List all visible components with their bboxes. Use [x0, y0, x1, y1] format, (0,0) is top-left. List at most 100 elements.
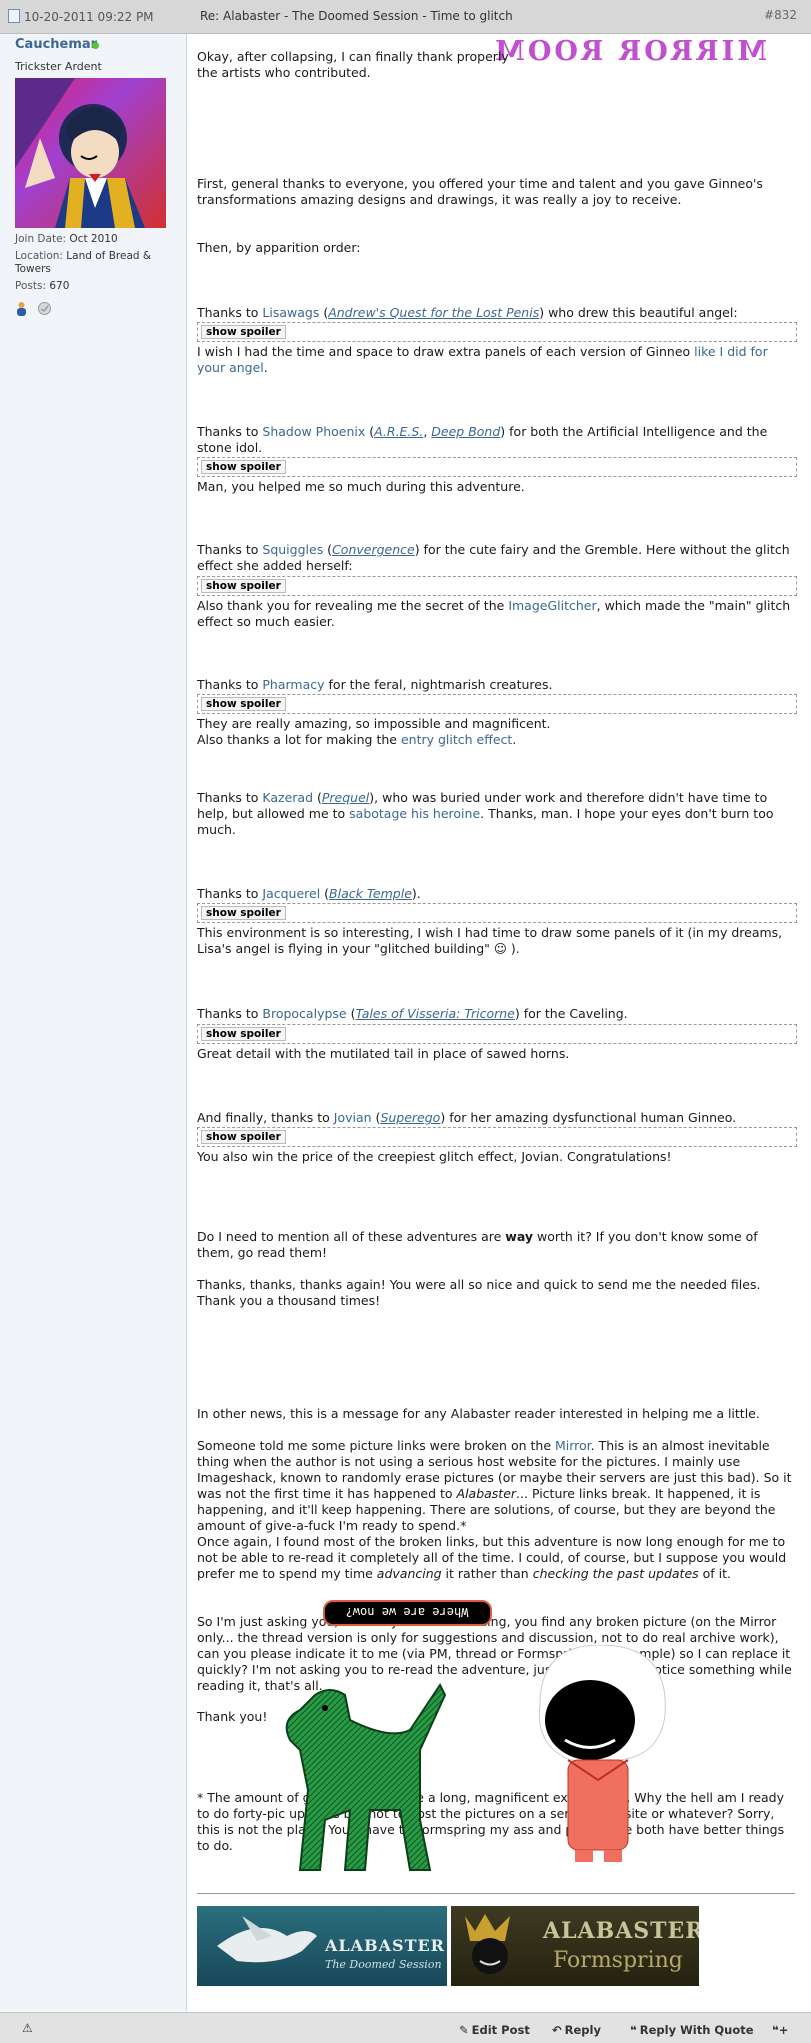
post-date: 10-20-2011 09:22 PM: [8, 9, 154, 24]
deep-bond-link[interactable]: Deep Bond: [431, 424, 500, 439]
speech-bubble: Where are we now?: [323, 1600, 492, 1626]
shadow-phoenix-note: Man, you helped me so much during this a…: [197, 479, 525, 494]
spoiler-box: show spoiler: [197, 903, 797, 923]
post-intro: Okay, after collapsing, I can finally th…: [197, 49, 509, 80]
user-sidebar: [0, 34, 187, 2011]
entry-glitch-link[interactable]: entry glitch effect: [401, 732, 512, 747]
user-badges: [15, 301, 54, 320]
banner1-title: ALABASTER: [325, 1936, 445, 1955]
post-count-label: Posts:: [15, 280, 46, 292]
user-title: Trickster Ardent: [15, 60, 102, 73]
lisawags-note: I wish I had the time and space to draw …: [197, 344, 768, 375]
reply-with-quote-button[interactable]: ❝ Reply With Quote: [630, 2023, 754, 2037]
prequel-link[interactable]: Prequel: [322, 790, 369, 805]
spoiler-box: show spoiler: [197, 1127, 797, 1147]
mirror-link[interactable]: Mirror: [555, 1438, 591, 1453]
banner2-title: ALABASTER: [543, 1918, 699, 1944]
show-spoiler-button[interactable]: show spoiler: [201, 906, 286, 920]
sabotage-link[interactable]: sabotage his heroine: [349, 806, 480, 821]
post-header: 10-20-2011 09:22 PM Re: Alabaster - The …: [0, 0, 811, 34]
jacquerel-link[interactable]: Jacquerel: [262, 886, 320, 901]
ares-link[interactable]: A.R.E.S.: [374, 424, 423, 439]
bropocalypse-link[interactable]: Bropocalypse: [262, 1006, 346, 1021]
banner1-subtitle: The Doomed Session: [325, 1958, 442, 1971]
post-date-text: 10-20-2011 09:22 PM: [24, 10, 154, 24]
show-spoiler-button[interactable]: show spoiler: [201, 697, 286, 711]
show-spoiler-button[interactable]: show spoiler: [201, 460, 286, 474]
convergence-link[interactable]: Convergence: [332, 542, 415, 557]
online-status-icon: [92, 42, 99, 49]
tricorne-link[interactable]: Tales of Visseria: Tricorne: [355, 1006, 514, 1021]
kazerad-link[interactable]: Kazerad: [262, 790, 313, 805]
speech-bubble-text: Where are we now?: [345, 1605, 469, 1619]
signature-divider: [197, 1893, 795, 1894]
thanks-lisawags: Thanks to Lisawags (Andrew's Quest for t…: [197, 305, 738, 320]
show-spoiler-button[interactable]: show spoiler: [201, 1027, 286, 1041]
post-footer-toolbar: ⚠ ✎ Edit Post ↶ Reply ❝ Reply With Quote ❝+: [0, 2012, 811, 2043]
spoiler-box: show spoiler: [197, 322, 797, 342]
pharmacy-note-2: Also thanks a lot for making the entry g…: [197, 732, 517, 747]
location-label: Location:: [15, 250, 63, 262]
thanks-pharmacy: Thanks to Pharmacy for the feral, nightm…: [197, 677, 553, 692]
squiggles-link[interactable]: Squiggles: [262, 542, 323, 557]
pencil-icon: ✎: [459, 2023, 469, 2037]
formspring-banner-link[interactable]: ALABASTER Formspring: [451, 1906, 699, 1986]
imageglitcher-link[interactable]: ImageGlitcher: [508, 598, 596, 613]
join-date-value: Oct 2010: [69, 233, 118, 245]
thanks-squiggles: Thanks to Squiggles (Convergence) for th…: [197, 542, 790, 573]
alabaster-banner-link[interactable]: ALABASTER The Doomed Session: [197, 1906, 447, 1986]
join-date-label: Join Date:: [15, 233, 67, 245]
report-post-icon[interactable]: ⚠: [22, 2021, 33, 2035]
post-icon: [8, 9, 20, 23]
post-count-value: 670: [49, 280, 70, 292]
lisawags-work-link[interactable]: Andrew's Quest for the Lost Penis: [328, 305, 539, 320]
squiggles-note: Also thank you for revealing me the secr…: [197, 598, 791, 629]
multi-quote-button[interactable]: ❝+: [772, 2023, 788, 2037]
location: Location: Land of Bread & Towers: [15, 250, 155, 276]
jacquerel-note: This environment is so interesting, I wi…: [197, 925, 783, 956]
spoiler-box: show spoiler: [197, 576, 797, 596]
show-spoiler-button[interactable]: show spoiler: [201, 1130, 286, 1144]
edit-post-button[interactable]: ✎ Edit Post: [459, 2023, 530, 2037]
apparition-order: Then, by apparition order:: [197, 240, 361, 255]
reply-button[interactable]: ↶ Reply: [552, 2023, 601, 2037]
post-count: Posts: 670: [15, 280, 69, 292]
reputation-icon[interactable]: [37, 301, 52, 316]
username-link[interactable]: Cauchemar: [15, 37, 97, 52]
thanks-jovian: And finally, thanks to Jovian (Superego)…: [197, 1110, 737, 1125]
troll-face-icon: [465, 1914, 510, 1974]
join-date: Join Date: Oct 2010: [15, 233, 118, 245]
post-number-link[interactable]: #832: [764, 8, 797, 22]
spoiler-box: show spoiler: [197, 457, 797, 477]
troll-character-sprite: [538, 1645, 666, 1862]
news-paragraph: In other news, this is a message for any…: [197, 1406, 760, 1421]
thanks-bropocalypse: Thanks to Bropocalypse (Tales of Visseri…: [197, 1006, 628, 1021]
mention-paragraph: Do I need to mention all of these advent…: [197, 1229, 758, 1260]
user-profile-icon[interactable]: [15, 301, 28, 316]
thanks-jacquerel: Thanks to Jacquerel (Black Temple).: [197, 886, 421, 901]
avatar[interactable]: [15, 78, 166, 228]
pharmacy-note-1: They are really amazing, so impossible a…: [197, 716, 551, 731]
show-spoiler-button[interactable]: show spoiler: [201, 579, 286, 593]
black-temple-link[interactable]: Black Temple: [329, 886, 412, 901]
thanks-shadow-phoenix: Thanks to Shadow Phoenix (A.R.E.S., Deep…: [197, 424, 768, 455]
green-dog-sprite: [285, 1683, 447, 1871]
reply-arrow-icon: ↶: [552, 2023, 562, 2037]
thanks-paragraph: Thanks, thanks, thanks again! You were a…: [197, 1277, 761, 1308]
banner2-subtitle: Formspring: [553, 1948, 683, 1973]
mirror-room-overlay-text: MIRROR ROOM: [492, 36, 768, 67]
quote-icon: ❝: [630, 2023, 637, 2037]
shadow-phoenix-link[interactable]: Shadow Phoenix: [262, 424, 365, 439]
lisawags-link[interactable]: Lisawags: [262, 305, 319, 320]
post-title: Re: Alabaster - The Doomed Session - Tim…: [200, 9, 513, 23]
spoiler-box: show spoiler: [197, 1024, 797, 1044]
superego-link[interactable]: Superego: [380, 1110, 440, 1125]
jovian-link[interactable]: Jovian: [334, 1110, 372, 1125]
thanks-kazerad: Thanks to Kazerad (Prequel), who was bur…: [197, 790, 774, 837]
broken-links-paragraph: Someone told me some picture links were …: [197, 1438, 792, 1533]
jovian-note: You also win the price of the creepiest …: [197, 1149, 672, 1164]
show-spoiler-button[interactable]: show spoiler: [201, 325, 286, 339]
spoiler-box: show spoiler: [197, 694, 797, 714]
pharmacy-link[interactable]: Pharmacy: [262, 677, 324, 692]
once-again-paragraph: Once again, I found most of the broken l…: [197, 1534, 787, 1581]
